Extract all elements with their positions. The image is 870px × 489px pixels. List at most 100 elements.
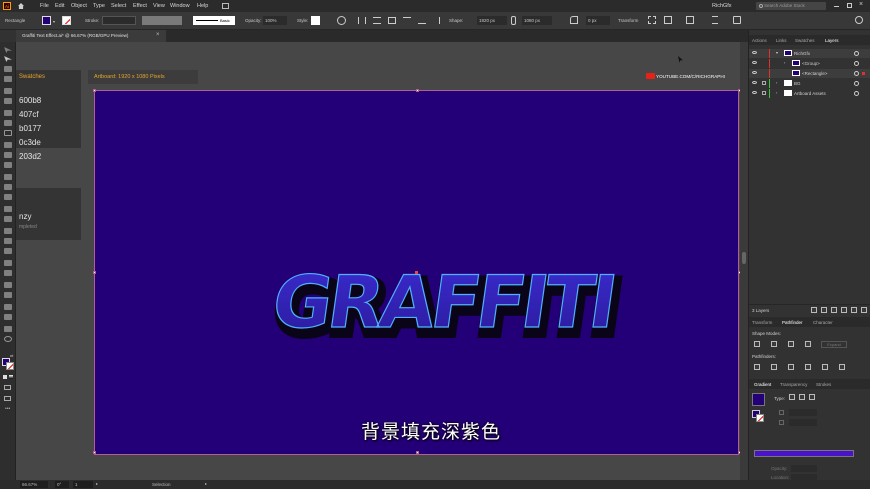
corner-widget-icon[interactable] bbox=[570, 16, 578, 24]
menu-effect[interactable]: Effect bbox=[133, 3, 147, 9]
current-tool-status[interactable]: Selection bbox=[152, 482, 171, 487]
home-icon[interactable] bbox=[18, 3, 24, 9]
tab-actions[interactable]: Actions bbox=[752, 38, 767, 43]
transform-link[interactable]: Transform bbox=[618, 18, 638, 23]
target-icon[interactable] bbox=[854, 81, 859, 86]
tab-character[interactable]: Character bbox=[813, 320, 833, 325]
target-icon[interactable] bbox=[854, 91, 859, 96]
layer-row[interactable]: › BG bbox=[749, 79, 870, 88]
zoom-tool-icon[interactable] bbox=[4, 336, 12, 342]
column-graph-tool-icon[interactable] bbox=[4, 292, 12, 298]
artboard-number-field[interactable]: 1 bbox=[73, 481, 93, 488]
brush-definition-dropdown[interactable]: Basic bbox=[193, 16, 235, 25]
tab-layers[interactable]: Layers bbox=[825, 38, 839, 43]
paintbrush-tool-icon[interactable] bbox=[4, 142, 12, 148]
aspect-ratio-field[interactable] bbox=[789, 419, 817, 426]
radial-gradient-icon[interactable] bbox=[799, 394, 805, 400]
menu-edit[interactable]: Edit bbox=[55, 3, 64, 9]
unite-icon[interactable] bbox=[754, 341, 760, 347]
aspect-ratio-icon[interactable] bbox=[779, 420, 784, 425]
align-top-icon[interactable] bbox=[403, 17, 411, 24]
gradient-preview[interactable] bbox=[752, 393, 765, 406]
pencil-tool-icon[interactable] bbox=[4, 152, 12, 158]
mesh-tool-icon[interactable] bbox=[4, 238, 12, 244]
edit-artboard-icon[interactable] bbox=[664, 16, 672, 24]
tab-links[interactable]: Links bbox=[776, 38, 787, 43]
visibility-eye-icon[interactable] bbox=[752, 61, 757, 64]
line-tool-icon[interactable] bbox=[4, 120, 12, 126]
preferences-icon[interactable] bbox=[855, 16, 863, 24]
menu-window[interactable]: Window bbox=[170, 3, 190, 9]
eraser-tool-icon[interactable] bbox=[4, 162, 12, 168]
hand-tool-icon[interactable] bbox=[4, 326, 12, 332]
resize-handle[interactable] bbox=[93, 271, 96, 274]
close-tab-icon[interactable]: × bbox=[156, 32, 160, 38]
lock-icon[interactable] bbox=[762, 81, 766, 85]
gradient-opacity-field[interactable] bbox=[791, 465, 817, 472]
minus-back-icon[interactable] bbox=[839, 364, 845, 370]
tab-swatches[interactable]: Swatches bbox=[795, 38, 815, 43]
menu-object[interactable]: Object bbox=[71, 3, 87, 9]
menu-select[interactable]: Select bbox=[111, 3, 126, 9]
delete-layer-icon[interactable] bbox=[861, 307, 867, 313]
angle-field[interactable] bbox=[789, 409, 817, 416]
trim-icon[interactable] bbox=[771, 364, 777, 370]
corner-radius-field[interactable]: 0 px bbox=[586, 16, 610, 25]
variable-width-profile[interactable] bbox=[142, 16, 182, 25]
tab-transform[interactable]: Transform bbox=[752, 320, 772, 325]
tab-gradient[interactable]: Gradient bbox=[754, 382, 771, 387]
next-artboard-icon[interactable]: ▸ bbox=[96, 481, 98, 486]
arrange-documents-icon[interactable] bbox=[222, 3, 229, 9]
exclude-icon[interactable] bbox=[805, 341, 811, 347]
gradient-stroke-box[interactable] bbox=[756, 414, 764, 422]
resize-handle[interactable] bbox=[416, 89, 419, 92]
opacity-field[interactable]: 100% bbox=[263, 16, 287, 25]
menu-file[interactable]: File bbox=[40, 3, 49, 9]
artboard-tool-icon[interactable] bbox=[4, 304, 12, 310]
graphic-style-swatch[interactable] bbox=[311, 16, 320, 25]
type-tool-icon[interactable] bbox=[4, 110, 12, 116]
tab-strokes[interactable]: Strokes bbox=[816, 382, 831, 387]
gradient-slider[interactable] bbox=[754, 450, 854, 457]
visibility-eye-icon[interactable] bbox=[752, 71, 757, 74]
illustrator-logo-icon[interactable]: Ai bbox=[3, 2, 11, 10]
close-icon[interactable]: × bbox=[859, 1, 863, 8]
canvas-area[interactable]: Swatches 600b8 407cf b0177 0c3de 203d2 n… bbox=[16, 42, 748, 480]
share-icon[interactable] bbox=[733, 16, 741, 24]
panel-menu-icon[interactable] bbox=[712, 16, 718, 24]
minimize-icon[interactable] bbox=[834, 6, 839, 7]
scale-tool-icon[interactable] bbox=[4, 184, 12, 190]
reverse-gradient-icon[interactable] bbox=[779, 410, 784, 415]
stroke-weight-field[interactable] bbox=[102, 16, 136, 25]
link-proportions-icon[interactable] bbox=[511, 16, 516, 25]
target-icon[interactable] bbox=[854, 71, 859, 76]
curvature-tool-icon[interactable] bbox=[4, 98, 12, 104]
new-layer-icon[interactable] bbox=[851, 307, 857, 313]
free-transform-tool-icon[interactable] bbox=[4, 206, 12, 212]
export-icon[interactable] bbox=[811, 307, 817, 313]
layer-row[interactable]: ▾ RichGfx bbox=[749, 49, 870, 58]
vertical-scrollbar[interactable] bbox=[740, 42, 748, 480]
menu-type[interactable]: Type bbox=[93, 3, 105, 9]
lock-icon[interactable] bbox=[762, 91, 766, 95]
screen-mode-icon[interactable] bbox=[4, 396, 11, 401]
gradient-mode-icon[interactable] bbox=[9, 375, 13, 379]
color-mode-icon[interactable] bbox=[3, 375, 7, 379]
layer-row[interactable]: › <Group> bbox=[749, 59, 870, 68]
resize-handle[interactable] bbox=[416, 451, 419, 454]
swap-fill-stroke-icon[interactable]: ⇄ bbox=[10, 353, 13, 358]
visibility-eye-icon[interactable] bbox=[752, 91, 757, 94]
align-icon[interactable] bbox=[358, 17, 366, 24]
align-center-icon[interactable] bbox=[373, 17, 381, 24]
layer-row[interactable]: › Artboard Assets bbox=[749, 89, 870, 98]
distribute-icon[interactable] bbox=[388, 17, 396, 24]
outline-icon[interactable] bbox=[822, 364, 828, 370]
recolor-artwork-icon[interactable] bbox=[337, 16, 346, 25]
expand-button[interactable]: Expand bbox=[821, 341, 847, 348]
stroke-swatch[interactable] bbox=[62, 16, 71, 25]
visibility-eye-icon[interactable] bbox=[752, 81, 757, 84]
artboard[interactable]: GRAFFITI GRAFFITI bbox=[93, 89, 741, 455]
align-right-icon[interactable] bbox=[432, 17, 440, 24]
blend-tool-icon[interactable] bbox=[4, 270, 12, 276]
locate-object-icon[interactable] bbox=[821, 307, 827, 313]
